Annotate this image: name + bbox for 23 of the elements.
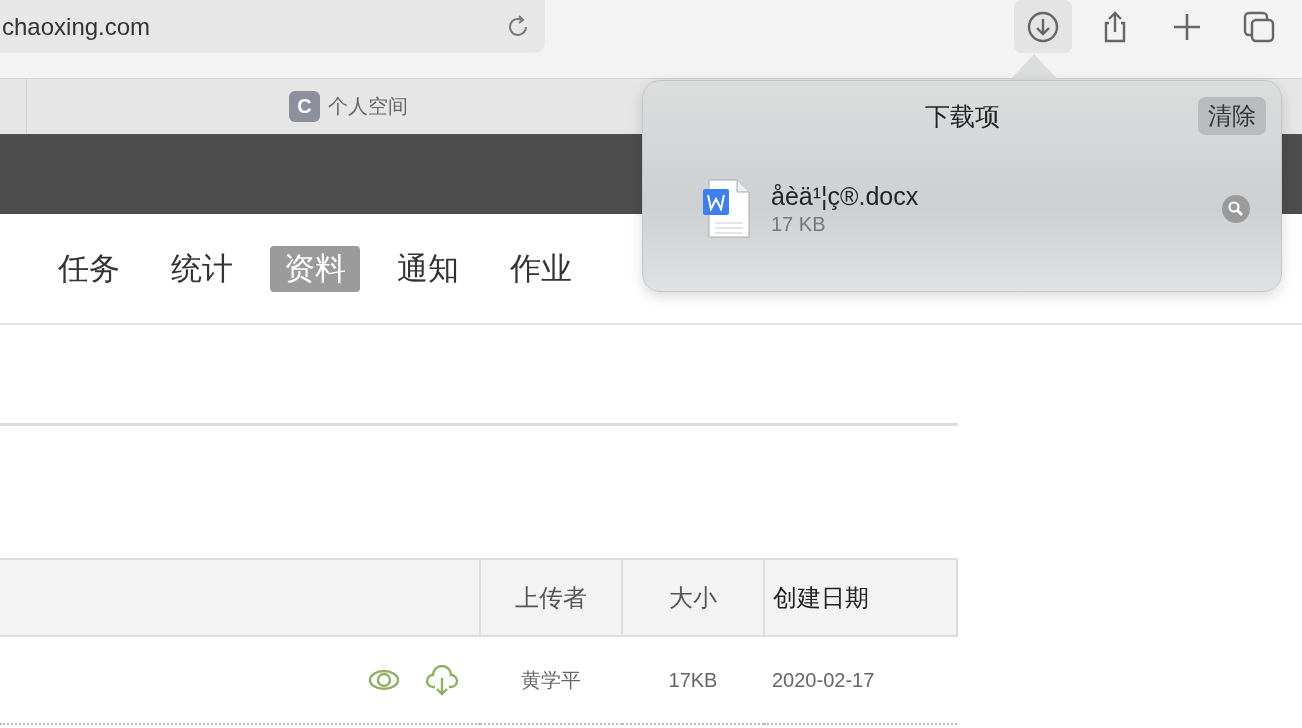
downloads-button[interactable] (1014, 0, 1072, 53)
nav-tab[interactable]: 任务 (44, 245, 134, 292)
column-header: 上传者 (480, 559, 622, 636)
table-cell: 17KB (622, 636, 764, 724)
reveal-button[interactable] (1221, 194, 1251, 224)
nav-tab[interactable]: 通知 (383, 245, 473, 292)
download-icon (1026, 9, 1060, 44)
table-cell: 黄学平 (480, 636, 622, 724)
tabs-icon (1242, 9, 1276, 44)
address-bar[interactable]: chaoxing.com (0, 0, 545, 53)
url-text: chaoxing.com (2, 12, 151, 41)
column-header: 大小 (622, 559, 764, 636)
file-size: 17 KB (771, 213, 827, 236)
table-cell: 2020-02-17 (764, 636, 957, 724)
column-header: 创建日期 (764, 559, 957, 636)
download-icon[interactable] (425, 663, 459, 697)
nav-tab[interactable]: 作业 (496, 245, 586, 292)
favicon-icon: C (289, 91, 320, 122)
popover-title: 下载项 (924, 100, 1000, 132)
file-name: åèä¹¦ç®.docx (771, 182, 919, 211)
clear-button[interactable]: 清除 (1198, 97, 1266, 135)
nav-tab[interactable]: 统计 (157, 245, 247, 292)
document-icon (703, 179, 753, 239)
